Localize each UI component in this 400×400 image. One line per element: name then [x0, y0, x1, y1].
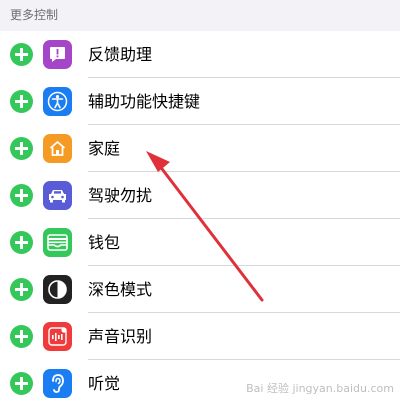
control-row-home[interactable]: 家庭 — [0, 125, 400, 172]
control-row-sound-recognition[interactable]: 声音识别 — [0, 313, 400, 360]
section-header-more-controls: 更多控制 — [0, 0, 400, 31]
control-label: 反馈助理 — [88, 45, 153, 64]
add-icon[interactable] — [10, 278, 33, 301]
accessibility-icon — [43, 87, 72, 116]
control-label: 听觉 — [88, 374, 121, 393]
wallet-icon — [43, 228, 72, 257]
car-icon — [43, 181, 72, 210]
control-label: 驾驶勿扰 — [88, 186, 153, 205]
section-title: 更多控制 — [10, 8, 59, 22]
watermark: Bai 经验 jingyan.baidu.com — [246, 382, 394, 395]
control-row-wallet[interactable]: 钱包 — [0, 219, 400, 266]
feedback-assistant-icon — [43, 40, 72, 69]
control-label: 家庭 — [88, 139, 121, 158]
control-row-do-not-disturb-driving[interactable]: 驾驶勿扰 — [0, 172, 400, 219]
control-label: 声音识别 — [88, 327, 153, 346]
control-label: 深色模式 — [88, 280, 153, 299]
add-icon[interactable] — [10, 372, 33, 395]
add-icon[interactable] — [10, 137, 33, 160]
add-icon[interactable] — [10, 184, 33, 207]
control-row-dark-mode[interactable]: 深色模式 — [0, 266, 400, 313]
add-icon[interactable] — [10, 90, 33, 113]
add-icon[interactable] — [10, 325, 33, 348]
hearing-icon — [43, 369, 72, 398]
home-icon — [43, 134, 72, 163]
sound-recognition-icon — [43, 322, 72, 351]
control-label: 辅助功能快捷键 — [88, 92, 201, 111]
control-label: 钱包 — [88, 233, 121, 252]
dark-mode-icon — [43, 275, 72, 304]
more-controls-list: 反馈助理 辅助功能快捷键 家庭 驾驶勿扰 钱包 深色模式 声音识别 听觉 — [0, 31, 400, 400]
control-row-accessibility-shortcut[interactable]: 辅助功能快捷键 — [0, 78, 400, 125]
add-icon[interactable] — [10, 43, 33, 66]
add-icon[interactable] — [10, 231, 33, 254]
control-row-feedback-assistant[interactable]: 反馈助理 — [0, 31, 400, 78]
